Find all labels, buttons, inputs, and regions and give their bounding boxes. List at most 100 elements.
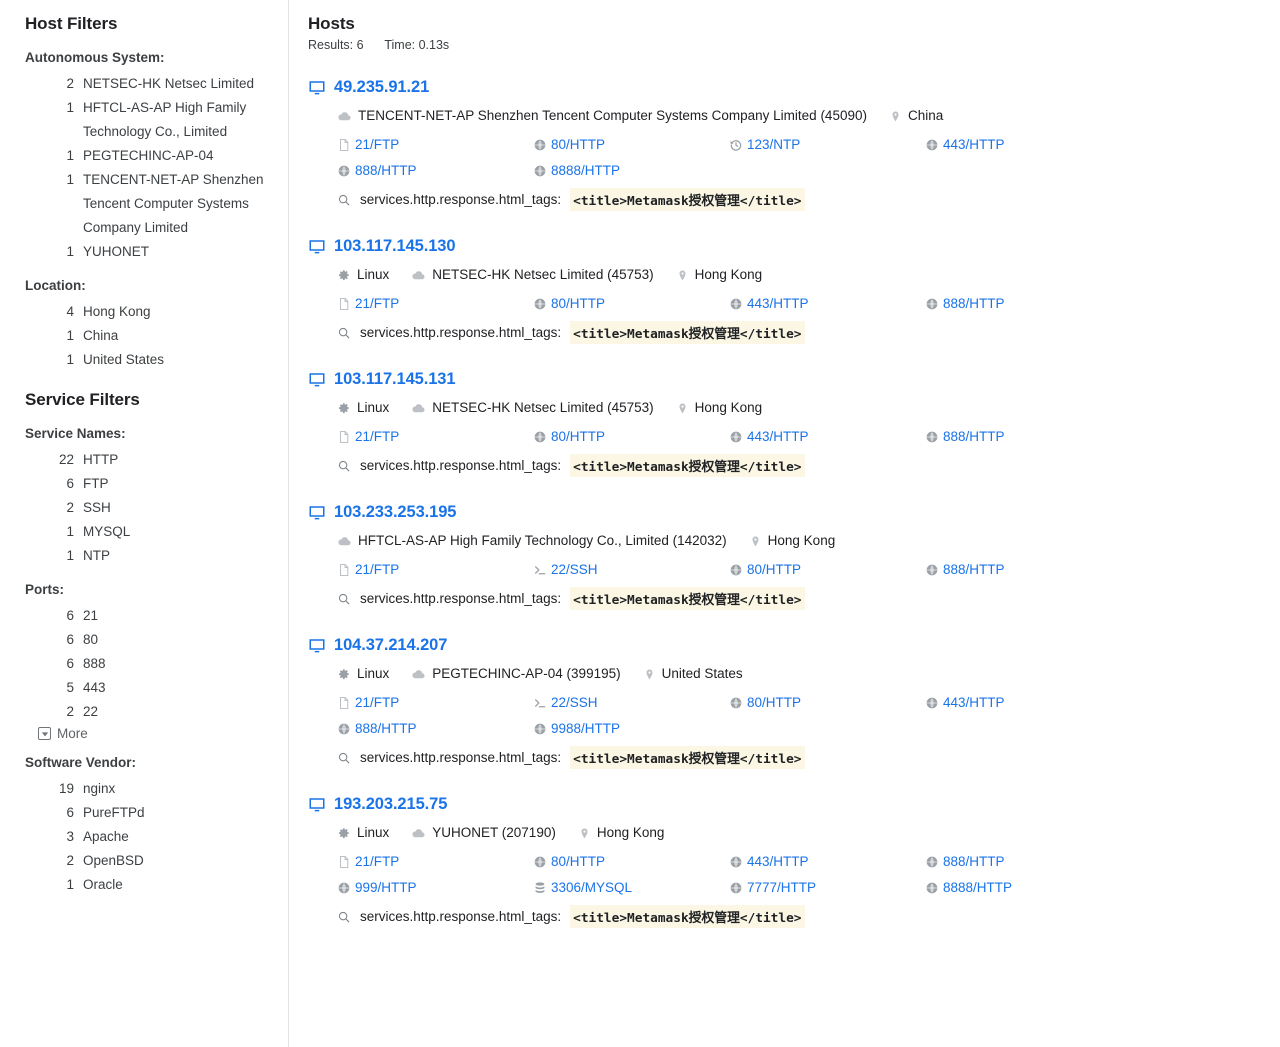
port-link[interactable]: 21/FTP	[337, 557, 533, 583]
more-button[interactable]: More	[0, 726, 288, 741]
facet-item[interactable]: 1 Oracle	[0, 873, 288, 897]
facet-item[interactable]: 5 443	[0, 676, 288, 700]
host-location[interactable]: United States	[643, 663, 743, 685]
port-link[interactable]: 21/FTP	[337, 849, 533, 875]
port-link[interactable]: 22/SSH	[533, 557, 729, 583]
facet-name[interactable]: FTP	[83, 472, 288, 496]
facet-item[interactable]: 6 80	[0, 628, 288, 652]
facet-item[interactable]: 3 Apache	[0, 825, 288, 849]
host-ip-link[interactable]: 193.203.215.75	[334, 795, 447, 814]
port-link[interactable]: 999/HTTP	[337, 875, 533, 901]
host-ip-link[interactable]: 49.235.91.21	[334, 78, 429, 97]
facet-name[interactable]: NETSEC-HK Netsec Limited	[83, 72, 288, 96]
facet-name[interactable]: China	[83, 324, 288, 348]
facet-name[interactable]: 80	[83, 628, 288, 652]
host-ip-link[interactable]: 104.37.214.207	[334, 636, 447, 655]
port-link[interactable]: 888/HTTP	[925, 291, 1121, 317]
facet-item[interactable]: 2 22	[0, 700, 288, 724]
port-link[interactable]: 21/FTP	[337, 291, 533, 317]
port-link[interactable]: 80/HTTP	[533, 132, 729, 158]
host-ip-link[interactable]: 103.117.145.130	[334, 237, 456, 256]
facet-name[interactable]: 21	[83, 604, 288, 628]
port-link[interactable]: 80/HTTP	[729, 557, 925, 583]
host-asn[interactable]: HFTCL-AS-AP High Family Technology Co., …	[337, 530, 727, 552]
facet-item[interactable]: 1 TENCENT-NET-AP Shenzhen Tencent Compute…	[0, 168, 288, 240]
port-link[interactable]: 888/HTTP	[925, 557, 1121, 583]
facet-name[interactable]: Oracle	[83, 873, 288, 897]
host-os[interactable]: Linux	[337, 264, 389, 286]
facet-item[interactable]: 1 HFTCL-AS-AP High Family Technology Co.,…	[0, 96, 288, 144]
port-link[interactable]: 3306/MYSQL	[533, 875, 729, 901]
host-location[interactable]: Hong Kong	[676, 397, 762, 419]
facet-name[interactable]: PEGTECHINC-AP-04	[83, 144, 288, 168]
port-link[interactable]: 80/HTTP	[533, 291, 729, 317]
facet-name[interactable]: PureFTPd	[83, 801, 288, 825]
facet-name[interactable]: HTTP	[83, 448, 288, 472]
host-location[interactable]: China	[889, 105, 943, 127]
facet-item[interactable]: 1 YUHONET	[0, 240, 288, 264]
facet-item[interactable]: 6 21	[0, 604, 288, 628]
port-link[interactable]: 21/FTP	[337, 424, 533, 450]
port-link[interactable]: 8888/HTTP	[925, 875, 1121, 901]
port-link[interactable]: 888/HTTP	[337, 716, 533, 742]
host-ip-link[interactable]: 103.117.145.131	[334, 370, 456, 389]
port-link[interactable]: 21/FTP	[337, 132, 533, 158]
host-location[interactable]: Hong Kong	[578, 822, 664, 844]
facet-item[interactable]: 2 OpenBSD	[0, 849, 288, 873]
facet-name[interactable]: MYSQL	[83, 520, 288, 544]
host-asn[interactable]: PEGTECHINC-AP-04 (399195)	[411, 663, 621, 685]
facet-item[interactable]: 6 FTP	[0, 472, 288, 496]
port-link[interactable]: 123/NTP	[729, 132, 925, 158]
facet-name[interactable]: TENCENT-NET-AP Shenzhen Tencent Computer…	[83, 168, 288, 240]
host-os[interactable]: Linux	[337, 397, 389, 419]
port-link[interactable]: 80/HTTP	[533, 424, 729, 450]
host-asn[interactable]: YUHONET (207190)	[411, 822, 556, 844]
port-link[interactable]: 443/HTTP	[729, 424, 925, 450]
port-link[interactable]: 443/HTTP	[925, 690, 1121, 716]
facet-name[interactable]: YUHONET	[83, 240, 288, 264]
host-asn[interactable]: TENCENT-NET-AP Shenzhen Tencent Computer…	[337, 105, 867, 127]
port-link[interactable]: 888/HTTP	[337, 158, 533, 184]
host-location[interactable]: Hong Kong	[676, 264, 762, 286]
facet-name[interactable]: HFTCL-AS-AP High Family Technology Co., …	[83, 96, 288, 144]
host-os[interactable]: Linux	[337, 663, 389, 685]
facet-name[interactable]: 888	[83, 652, 288, 676]
host-ip-link[interactable]: 103.233.253.195	[334, 503, 456, 522]
facet-item[interactable]: 6 888	[0, 652, 288, 676]
port-link[interactable]: 443/HTTP	[729, 849, 925, 875]
port-link[interactable]: 443/HTTP	[925, 132, 1121, 158]
facet-name[interactable]: NTP	[83, 544, 288, 568]
facet-item[interactable]: 22 HTTP	[0, 448, 288, 472]
facet-item[interactable]: 1 MYSQL	[0, 520, 288, 544]
facet-name[interactable]: OpenBSD	[83, 849, 288, 873]
port-link[interactable]: 443/HTTP	[729, 291, 925, 317]
facet-name[interactable]: United States	[83, 348, 288, 372]
facet-item[interactable]: 19 nginx	[0, 777, 288, 801]
facet-item[interactable]: 1 NTP	[0, 544, 288, 568]
host-os[interactable]: Linux	[337, 822, 389, 844]
port-link[interactable]: 21/FTP	[337, 690, 533, 716]
port-link[interactable]: 888/HTTP	[925, 849, 1121, 875]
port-link[interactable]: 8888/HTTP	[533, 158, 729, 184]
facet-name[interactable]: Hong Kong	[83, 300, 288, 324]
facet-item[interactable]: 4 Hong Kong	[0, 300, 288, 324]
facet-name[interactable]: Apache	[83, 825, 288, 849]
port-link[interactable]: 888/HTTP	[925, 424, 1121, 450]
facet-item[interactable]: 1 PEGTECHINC-AP-04	[0, 144, 288, 168]
port-link[interactable]: 7777/HTTP	[729, 875, 925, 901]
facet-item[interactable]: 2 NETSEC-HK Netsec Limited	[0, 72, 288, 96]
facet-name[interactable]: SSH	[83, 496, 288, 520]
facet-item[interactable]: 6 PureFTPd	[0, 801, 288, 825]
port-link[interactable]: 80/HTTP	[533, 849, 729, 875]
facet-item[interactable]: 1 United States	[0, 348, 288, 372]
facet-name[interactable]: 22	[83, 700, 288, 724]
facet-name[interactable]: 443	[83, 676, 288, 700]
port-link[interactable]: 22/SSH	[533, 690, 729, 716]
host-asn[interactable]: NETSEC-HK Netsec Limited (45753)	[411, 264, 654, 286]
host-asn[interactable]: NETSEC-HK Netsec Limited (45753)	[411, 397, 654, 419]
facet-item[interactable]: 1 China	[0, 324, 288, 348]
facet-name[interactable]: nginx	[83, 777, 288, 801]
port-link[interactable]: 9988/HTTP	[533, 716, 729, 742]
port-link[interactable]: 80/HTTP	[729, 690, 925, 716]
host-location[interactable]: Hong Kong	[749, 530, 835, 552]
